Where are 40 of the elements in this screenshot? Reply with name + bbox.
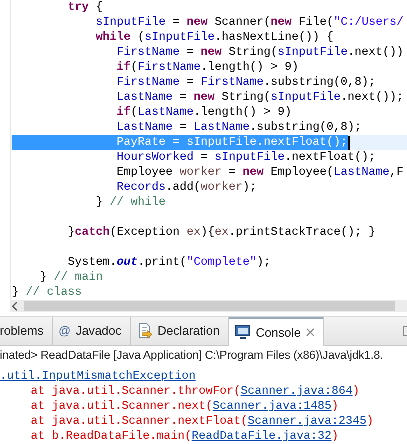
view-tab[interactable]: roblems bbox=[0, 317, 53, 345]
code-line: FirstName = FirstName.substring(0,8); bbox=[116, 75, 376, 90]
code-line: } // while bbox=[94, 195, 166, 210]
console-header: inated> ReadDataFile [Java Application] C:\Program Files (x86)\Java\jdk1.8. bbox=[0, 348, 384, 364]
code-line: if(FirstName.length() > 9) bbox=[116, 60, 299, 75]
code-line: sInputFile = new Scanner(new File("C:/Users/ bbox=[94, 15, 404, 30]
monitor-icon bbox=[234, 325, 251, 340]
stack-trace-line: at java.util.Scanner.next(Scanner.java:1485) bbox=[30, 399, 339, 414]
view-tab[interactable]: @ Javadoc bbox=[52, 317, 131, 345]
code-line: LastName = LastName.substring(0,8); bbox=[116, 120, 362, 135]
code-line: while (sInputFile.hasNextLine()) { bbox=[94, 30, 334, 45]
text-cursor bbox=[348, 136, 350, 150]
code-line: HoursWorked = sInputFile.nextFloat(); bbox=[116, 150, 376, 165]
stack-trace-line: at java.util.Scanner.nextFloat(Scanner.java:2345) bbox=[30, 414, 374, 429]
code-line: }catch(Exception ex){ex.printStackTrace(); } bbox=[66, 225, 376, 240]
code-line: if(LastName.length() > 9) bbox=[116, 105, 292, 120]
view-tab[interactable]: Declaration bbox=[130, 317, 229, 345]
code-line: } // main bbox=[38, 270, 103, 285]
close-icon[interactable] bbox=[306, 328, 316, 337]
horizontal-scrollbar[interactable] bbox=[10, 300, 407, 312]
code-line: Employee worker = new Employee(LastName,F bbox=[116, 165, 404, 180]
document-arrow-icon bbox=[136, 323, 153, 339]
code-line: try { bbox=[66, 0, 103, 15]
code-line: System.out.print("Complete"); bbox=[66, 255, 271, 270]
code-line: Records.add(worker); bbox=[116, 180, 257, 195]
source-link[interactable]: ReadDataFile.java:32 bbox=[192, 429, 332, 443]
source-link[interactable]: Scanner.java:864 bbox=[240, 384, 353, 398]
exception-link[interactable]: .util.InputMismatchException bbox=[0, 369, 196, 384]
code-line: FirstName = new String(sInputFile.next()) bbox=[116, 45, 404, 60]
stack-trace-line: at b.ReadDataFile.main(ReadDataFile.java:32) bbox=[30, 429, 339, 444]
scrollbar-thumb[interactable] bbox=[24, 301, 395, 311]
source-link[interactable]: Scanner.java:1485 bbox=[212, 399, 332, 413]
code-line: LastName = new String(sInputFile.next()); bbox=[116, 90, 404, 105]
stack-trace-line: at java.util.Scanner.throwFor(Scanner.java:864) bbox=[30, 384, 360, 399]
chevron-left-icon[interactable] bbox=[12, 302, 18, 310]
code-line: } // class bbox=[12, 285, 82, 300]
code-editor[interactable] bbox=[10, 0, 407, 300]
view-tab[interactable]: Console bbox=[228, 317, 324, 346]
source-link[interactable]: Scanner.java:2345 bbox=[248, 414, 367, 428]
minimize-icon[interactable] bbox=[403, 326, 407, 336]
